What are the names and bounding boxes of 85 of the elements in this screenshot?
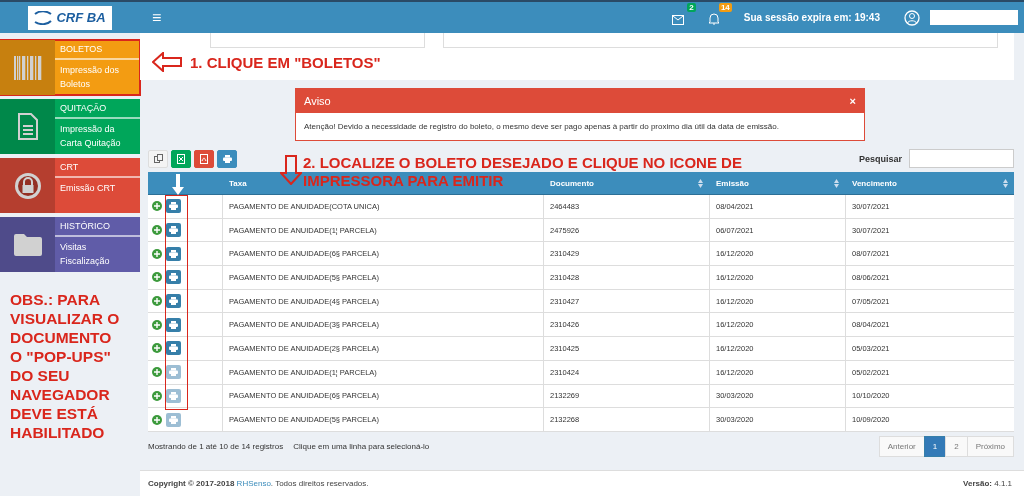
- expand-icon[interactable]: [152, 343, 162, 354]
- expand-icon[interactable]: [152, 367, 162, 378]
- copy-button[interactable]: [148, 149, 168, 168]
- sidebar-item-subtitle: Emissão CRT: [59, 182, 117, 195]
- step-annotation: IMPRESSORA PARA EMITIR: [303, 172, 504, 190]
- session-timer: Sua sessão expira em: 19:43: [743, 12, 880, 23]
- alert-title: Aviso: [304, 95, 331, 107]
- sidebar-item-subtitle: Visitas Fiscalização: [59, 241, 111, 268]
- records-info: Mostrando de 1 até 10 de 14 registros: [148, 442, 284, 452]
- hint-text: Clique em uma linha para selecioná-lo: [293, 442, 430, 452]
- expand-icon[interactable]: [152, 414, 162, 425]
- logo: CRF BA: [28, 5, 112, 30]
- note-annotation: OBS.: PARA VISUALIZAR O DOCUMENTO O "POP-UPS" DO SEU NAVEGADOR DEVE ESTÁ HABILITADO: [9, 290, 121, 442]
- printer-icon: [169, 391, 178, 400]
- copy-icon: [153, 154, 163, 163]
- mail-icon[interactable]: [671, 14, 684, 25]
- user-icon[interactable]: [904, 9, 920, 26]
- page-button[interactable]: Anterior: [878, 436, 925, 458]
- lock-icon: [13, 171, 42, 200]
- page-button[interactable]: Próximo: [966, 436, 1014, 458]
- arrow-icon: [152, 52, 182, 72]
- pdf-button[interactable]: [194, 149, 214, 168]
- expand-icon[interactable]: [152, 319, 162, 330]
- bell-icon[interactable]: [707, 12, 720, 25]
- sidebar-item-title: QUITAÇÃO: [55, 99, 140, 119]
- page-button[interactable]: 2: [945, 436, 968, 458]
- expand-icon[interactable]: [152, 272, 162, 283]
- column-header[interactable]: Emissão: [716, 178, 749, 188]
- print-button[interactable]: [166, 341, 181, 356]
- print-button[interactable]: [217, 149, 237, 168]
- brand-link[interactable]: RHSenso: [236, 479, 271, 488]
- print-button[interactable]: [166, 223, 181, 238]
- copyright-text: Copyright © 2017-2018 RHSenso. Todos direitos reservados.: [148, 479, 369, 488]
- print-button[interactable]: [166, 388, 181, 403]
- expand-icon[interactable]: [152, 225, 162, 236]
- search-field[interactable]: [909, 149, 1014, 168]
- printer-icon: [222, 154, 232, 163]
- pdf-file-icon: [200, 153, 208, 164]
- printer-icon: [169, 368, 178, 377]
- document-icon: [16, 112, 39, 141]
- printer-icon: [169, 320, 178, 329]
- folder-icon: [13, 233, 42, 256]
- printer-icon: [169, 297, 178, 306]
- sort-icon[interactable]: [1003, 178, 1008, 188]
- sort-icon[interactable]: [834, 178, 839, 188]
- version-text: Versão: 4.1.1: [963, 479, 1012, 488]
- column-header[interactable]: Taxa: [229, 178, 247, 188]
- expand-icon[interactable]: [152, 248, 162, 259]
- sidebar-item-title: CRT: [55, 158, 140, 178]
- print-button[interactable]: [166, 412, 181, 427]
- step-annotation: 1. CLIQUE EM "BOLETOS": [190, 53, 381, 71]
- expand-icon[interactable]: [152, 201, 162, 212]
- printer-icon: [169, 344, 178, 353]
- print-button[interactable]: [166, 317, 181, 332]
- user-field[interactable]: [930, 10, 1018, 25]
- excel-button[interactable]: [171, 149, 191, 168]
- printer-icon: [169, 273, 178, 282]
- column-header[interactable]: Documento: [550, 178, 594, 188]
- close-button[interactable]: ×: [849, 95, 856, 107]
- arrow-icon: [280, 155, 302, 185]
- barcode-icon: [13, 55, 42, 80]
- printer-icon: [169, 415, 178, 424]
- print-button[interactable]: [166, 270, 181, 285]
- expand-icon[interactable]: [152, 296, 162, 307]
- step-annotation: 2. LOCALIZE O BOLETO DESEJADO E CLIQUE NO ICONE DE: [303, 154, 742, 172]
- print-button[interactable]: [166, 246, 181, 261]
- expand-icon[interactable]: [152, 390, 162, 401]
- notification-badge: 14: [718, 2, 732, 12]
- arrow-icon: [172, 174, 184, 195]
- printer-icon: [169, 202, 178, 211]
- search-label: Pesquisar: [858, 153, 902, 164]
- sidebar-item-subtitle: Impressão da Carta Quitação: [59, 123, 122, 150]
- print-button[interactable]: [166, 365, 181, 380]
- sidebar-item-title: HISTÓRICO: [55, 217, 140, 237]
- alert-message: Atenção! Devido a necessidade de registro do boleto, o mesmo deve ser pago apenas à partir do proximo dia útil da data de emissão.: [303, 121, 780, 133]
- menu-button[interactable]: ≡: [152, 8, 162, 27]
- sort-icon[interactable]: [698, 178, 703, 188]
- printer-icon: [169, 226, 178, 235]
- spreadsheet-file-icon: [177, 153, 185, 164]
- notification-badge: 2: [687, 2, 696, 12]
- column-header[interactable]: Vencimento: [852, 178, 897, 188]
- print-button[interactable]: [166, 199, 181, 214]
- printer-icon: [169, 249, 178, 258]
- sidebar-item-subtitle: Impressão dos Boletos: [59, 64, 121, 91]
- print-button[interactable]: [166, 294, 181, 309]
